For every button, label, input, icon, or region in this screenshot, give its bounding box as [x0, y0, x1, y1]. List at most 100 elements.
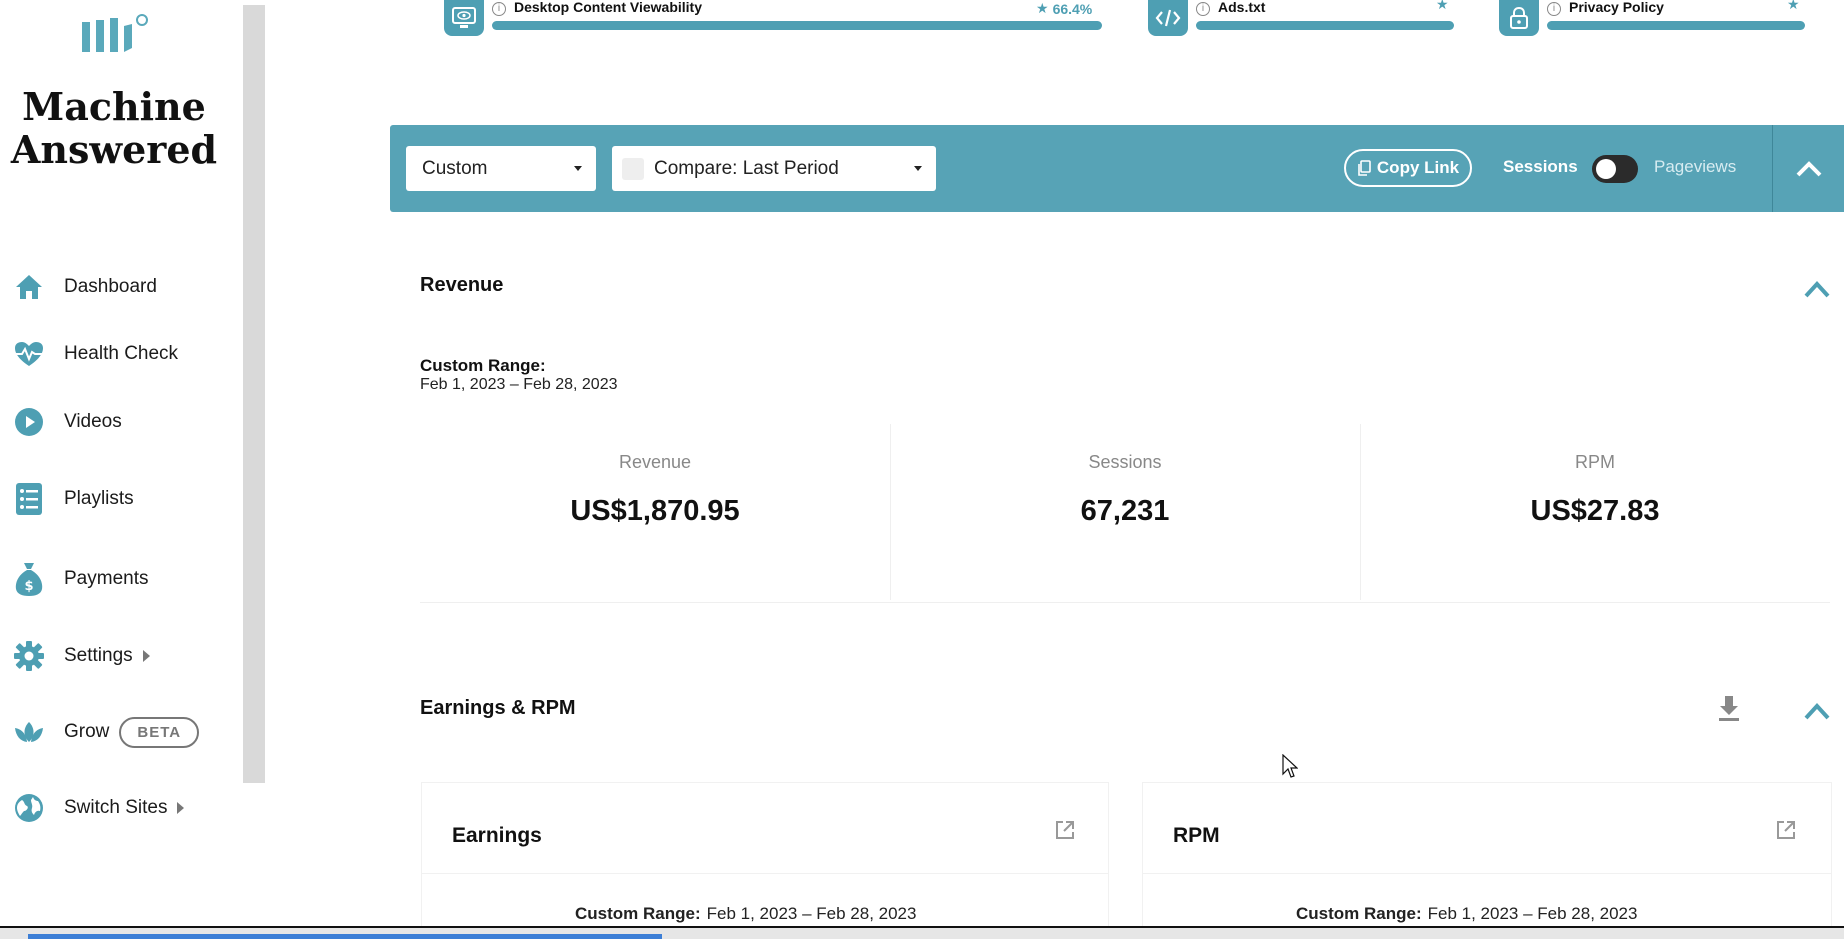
sidebar-item-label: Payments	[64, 568, 149, 589]
sidebar-item-label: Health Check	[64, 343, 179, 364]
card-divider	[1143, 873, 1831, 874]
health-card-name: Ads.txt	[1218, 0, 1266, 15]
external-link-icon[interactable]	[1054, 819, 1076, 841]
revenue-collapse-chevron-up-icon[interactable]	[1802, 278, 1832, 300]
health-card-bar	[1547, 21, 1805, 30]
sidebar-item-grow[interactable]: Grow BETA	[12, 712, 237, 752]
sidebar-item-videos[interactable]: Videos	[12, 402, 237, 442]
stat-revenue: Revenue US$1,870.95	[420, 424, 890, 600]
download-icon[interactable]	[1717, 694, 1741, 722]
star-icon: ★	[1436, 0, 1449, 12]
sidebar-item-label: Playlists	[64, 488, 134, 509]
toggle-knob	[1596, 159, 1616, 179]
card-title: RPM	[1173, 824, 1220, 847]
svg-text:$: $	[24, 579, 33, 594]
heartbeat-icon	[12, 337, 46, 371]
earnings-collapse-chevron-up-icon[interactable]	[1802, 700, 1832, 722]
toggle-pageviews-label[interactable]: Pageviews	[1654, 157, 1736, 177]
card-range-value: Feb 1, 2023 – Feb 28, 2023	[1427, 904, 1638, 923]
sidebar-scrollbar[interactable]	[243, 5, 265, 783]
card-range-label: Custom Range:	[1296, 904, 1422, 923]
copy-link-label: Copy Link	[1376, 158, 1460, 177]
health-card-score: ★ 66.4%	[1036, 0, 1092, 17]
code-icon	[1148, 0, 1188, 36]
caret-right-icon	[177, 802, 185, 814]
logo-icon	[82, 14, 148, 52]
health-card-name: Privacy Policy	[1569, 0, 1664, 15]
external-link-icon[interactable]	[1775, 819, 1797, 841]
toggle-sessions-label[interactable]: Sessions	[1503, 157, 1578, 177]
caret-right-icon	[142, 650, 150, 662]
brand-line-1: Machine	[22, 84, 206, 129]
compare-select[interactable]: Compare: Last Period	[612, 146, 936, 191]
lock-icon	[1499, 0, 1539, 36]
date-range-value: Custom	[422, 157, 488, 179]
sidebar-item-label: Dashboard	[64, 276, 157, 297]
revenue-range-label: Custom Range:	[420, 356, 546, 375]
sidebar-item-payments[interactable]: $ Payments	[12, 559, 237, 599]
sessions-pageviews-toggle[interactable]	[1592, 155, 1638, 183]
sidebar-item-label: Videos	[64, 411, 122, 432]
sidebar-item-settings[interactable]: Settings	[12, 636, 237, 676]
star-icon: ★	[1787, 0, 1800, 12]
info-icon[interactable]: i	[492, 2, 506, 16]
info-icon[interactable]: i	[1196, 2, 1210, 16]
health-card-bar	[1196, 21, 1454, 30]
compare-checkbox[interactable]	[622, 157, 644, 180]
stat-label: RPM	[1575, 452, 1615, 472]
brand-name: Machine Answered	[0, 85, 228, 171]
money-bag-icon: $	[12, 562, 46, 596]
health-card-bar	[492, 21, 1102, 30]
list-icon	[12, 482, 46, 516]
info-icon[interactable]: i	[1547, 2, 1561, 16]
card-divider	[422, 873, 1108, 874]
earnings-rpm-title: Earnings & RPM	[420, 697, 576, 719]
section-divider	[420, 602, 1830, 603]
card-title: Earnings	[452, 824, 542, 847]
sidebar-item-switch-sites[interactable]: Switch Sites	[12, 788, 237, 828]
rpm-card: RPM Custom Range: Feb 1, 2023 – Feb 28, 2…	[1142, 782, 1832, 939]
dropdown-arrow-icon	[914, 166, 922, 171]
date-range-select[interactable]: Custom	[406, 146, 596, 191]
sidebar-item-label: Grow	[64, 721, 110, 742]
bottom-scrollbar-thumb[interactable]	[28, 934, 662, 939]
score-value: 66.4%	[1052, 0, 1093, 17]
sidebar-item-label: Settings	[64, 645, 133, 666]
stat-label: Sessions	[1088, 452, 1162, 472]
stat-value: 67,231	[1080, 495, 1170, 527]
monitor-eye-icon	[444, 0, 484, 36]
stat-label: Revenue	[618, 452, 692, 472]
sidebar-item-label: Switch Sites	[64, 797, 168, 818]
revenue-title: Revenue	[420, 274, 504, 296]
sidebar-item-health-check[interactable]: Health Check	[12, 334, 237, 374]
stat-value: US$1,870.95	[570, 495, 740, 527]
card-range-value: Feb 1, 2023 – Feb 28, 2023	[706, 904, 917, 923]
dropdown-arrow-icon	[574, 166, 582, 171]
brand-line-2: Answered	[10, 127, 218, 172]
stat-sessions: Sessions 67,231	[890, 424, 1360, 600]
health-card-name: Desktop Content Viewability	[514, 0, 702, 15]
sidebar-item-dashboard[interactable]: Dashboard	[12, 267, 237, 307]
stat-rpm: RPM US$27.83	[1360, 424, 1830, 600]
copy-link-button[interactable]: Copy Link	[1344, 149, 1472, 187]
beta-badge: BETA	[119, 716, 200, 748]
stat-value: US$27.83	[1530, 495, 1660, 527]
gear-icon	[12, 639, 46, 673]
compare-value: Compare: Last Period	[654, 157, 839, 179]
globe-icon	[12, 791, 46, 825]
sidebar: Machine Answered Dashboard Health Check …	[0, 0, 243, 939]
play-icon	[12, 405, 46, 439]
star-icon: ★	[1036, 0, 1049, 16]
card-range: Custom Range: Feb 1, 2023 – Feb 28, 2023	[575, 904, 916, 924]
home-icon	[12, 270, 46, 304]
copy-icon	[1358, 160, 1371, 176]
card-range-label: Custom Range:	[575, 904, 701, 923]
chevron-up-icon	[1796, 160, 1821, 176]
leaf-icon	[12, 715, 46, 749]
filter-collapse-button[interactable]	[1772, 125, 1844, 212]
sidebar-item-playlists[interactable]: Playlists	[12, 479, 237, 519]
card-range: Custom Range: Feb 1, 2023 – Feb 28, 2023	[1296, 904, 1637, 924]
mouse-cursor-icon	[1282, 754, 1298, 778]
revenue-range-value: Feb 1, 2023 – Feb 28, 2023	[420, 376, 618, 393]
filter-bar: Custom Compare: Last Period Copy Link Se…	[390, 125, 1844, 212]
